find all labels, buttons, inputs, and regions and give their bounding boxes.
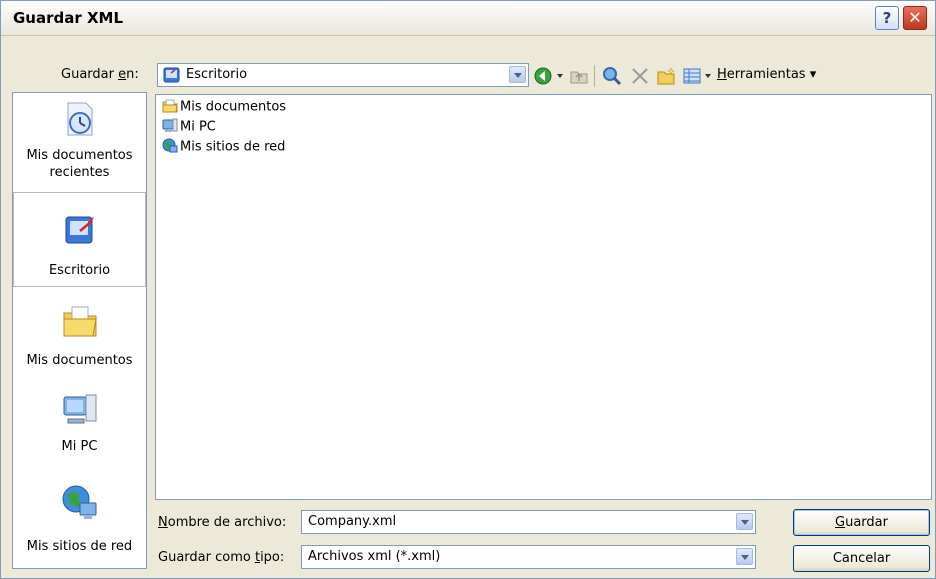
place-network-places[interactable]: Mis sitios de red xyxy=(13,483,146,563)
list-item[interactable]: Mi PC xyxy=(162,118,216,139)
dialog-title: Guardar XML xyxy=(13,9,124,27)
file-type-label: Guardar como tipo: xyxy=(158,550,285,565)
computer-icon xyxy=(162,118,178,132)
place-label: Mis sitios de red xyxy=(26,539,133,554)
list-item[interactable]: Mis sitios de red xyxy=(162,138,286,159)
save-in-dropdown[interactable]: Escritorio xyxy=(157,63,529,87)
cancel-button[interactable]: Cancelar xyxy=(793,545,930,572)
delete-icon[interactable] xyxy=(630,66,650,86)
search-web-icon[interactable] xyxy=(602,66,622,86)
save-button[interactable]: Guardar xyxy=(793,509,930,536)
filename-label: Nombre de archivo: xyxy=(158,515,287,530)
place-recent-documents[interactable]: Mis documentos recientes xyxy=(13,99,146,189)
place-my-documents[interactable]: Mis documentos xyxy=(13,301,146,381)
file-name: Mis sitios de red xyxy=(180,139,286,155)
save-xml-dialog: Guardar XML ? ✕ Guardar en: Escritorio H… xyxy=(0,0,936,579)
file-name: Mi PC xyxy=(180,119,216,135)
new-folder-icon[interactable] xyxy=(656,66,676,86)
title-bar[interactable]: Guardar XML ? ✕ xyxy=(1,1,935,36)
recent-documents-icon xyxy=(67,102,92,136)
back-icon[interactable] xyxy=(533,66,553,86)
place-label: Mis documentos recientes xyxy=(26,148,133,180)
save-in-value: Escritorio xyxy=(186,67,248,82)
network-icon xyxy=(162,138,178,153)
back-dropdown-caret[interactable] xyxy=(557,74,563,78)
my-computer-icon xyxy=(63,394,96,424)
filename-value: Company.xml xyxy=(308,514,397,529)
place-label: Escritorio xyxy=(48,263,111,278)
place-desktop[interactable]: Escritorio xyxy=(13,192,146,287)
filename-field[interactable]: Company.xml xyxy=(301,510,756,534)
desktop-small-icon xyxy=(163,67,180,83)
save-in-dropdown-arrow[interactable] xyxy=(509,66,526,83)
save-button-label: uardar xyxy=(845,515,888,530)
places-bar: Mis documentos recientes Escritorio Mis … xyxy=(12,92,147,569)
save-in-label: Guardar en: xyxy=(61,67,139,82)
file-type-dropdown[interactable]: Archivos xml (*.xml) xyxy=(301,545,756,569)
place-my-computer[interactable]: Mi PC xyxy=(13,391,146,466)
up-folder-icon[interactable] xyxy=(569,66,589,86)
desktop-icon xyxy=(65,216,94,244)
save-button-key: G xyxy=(835,515,846,530)
file-name: Mis documentos xyxy=(180,99,287,115)
help-button[interactable]: ? xyxy=(875,6,899,30)
list-item[interactable]: Mis documentos xyxy=(162,99,286,119)
place-label: Mis documentos xyxy=(26,353,133,368)
file-type-dropdown-arrow[interactable] xyxy=(736,548,753,565)
filename-dropdown-arrow[interactable] xyxy=(736,513,753,530)
folder-icon xyxy=(162,99,178,113)
file-list[interactable]: Mis documentos Mi PC Mis sitios de red xyxy=(155,94,932,500)
my-documents-icon xyxy=(63,306,97,337)
file-type-value: Archivos xml (*.xml) xyxy=(308,549,441,564)
tools-menu[interactable]: Herramientas ▾ xyxy=(717,67,816,82)
close-button[interactable]: ✕ xyxy=(903,6,927,30)
toolbar-separator xyxy=(594,65,595,87)
views-dropdown-caret[interactable] xyxy=(705,74,711,78)
views-icon[interactable] xyxy=(682,66,702,86)
place-label: Mi PC xyxy=(61,439,98,454)
network-places-icon xyxy=(62,485,96,519)
